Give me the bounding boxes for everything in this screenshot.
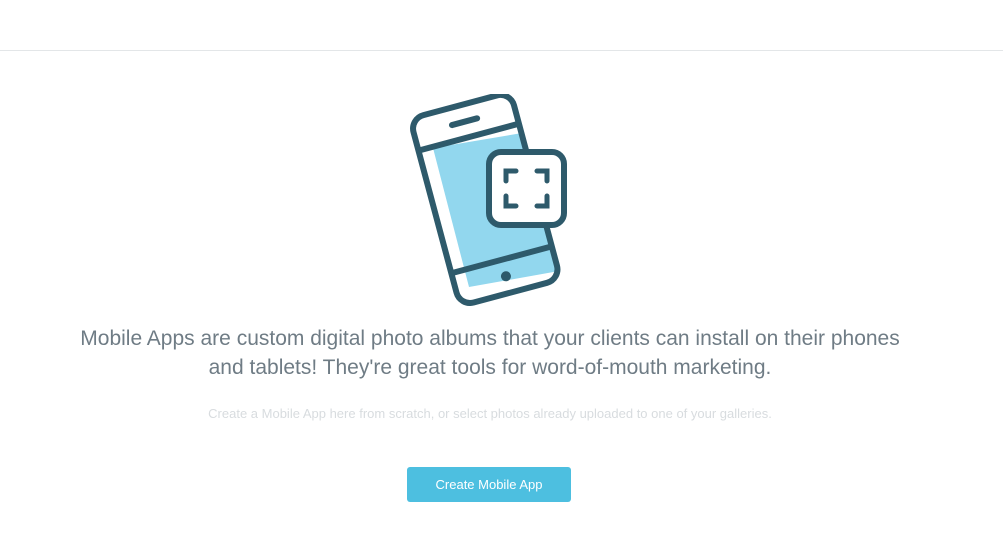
mobile-app-illustration	[405, 91, 575, 306]
intro-subtext: Create a Mobile App here from scratch, o…	[208, 406, 772, 421]
top-bar	[0, 0, 1003, 51]
create-mobile-app-button[interactable]: Create Mobile App	[407, 467, 571, 502]
intro-headline: Mobile Apps are custom digital photo alb…	[80, 327, 900, 379]
mobile-app-phone-icon	[410, 91, 567, 306]
